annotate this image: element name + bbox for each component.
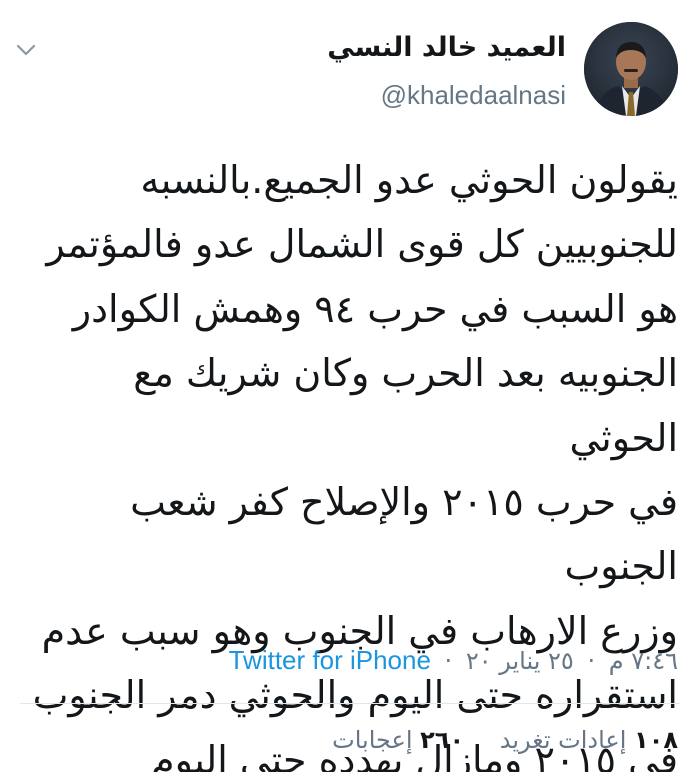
author-name[interactable]: العميد خالد النسي (327, 32, 566, 63)
tweet-card: العميد خالد النسي @khaledaalnasi يقولون … (0, 0, 700, 772)
retweets-count: ١٠٨ (634, 726, 678, 754)
likes-stat[interactable]: ٢٦٠ إعجابات (332, 726, 464, 754)
author-handle[interactable]: @khaledaalnasi (381, 80, 566, 111)
divider (20, 703, 680, 704)
meta-separator: · (587, 647, 596, 675)
tweet-text: يقولون الحوثي عدو الجميع.بالنسبه للجنوبي… (32, 158, 678, 772)
tweet-time[interactable]: ٧:٤٦ م (609, 647, 678, 675)
likes-label: إعجابات (332, 726, 413, 754)
retweets-label: إعادات تغريد (499, 726, 627, 754)
tweet-source-link[interactable]: Twitter for iPhone (229, 645, 431, 675)
chevron-down-icon[interactable] (14, 38, 38, 62)
avatar-image (584, 22, 678, 116)
avatar[interactable] (584, 22, 678, 116)
tweet-stats: ١٠٨ إعادات تغريد ٢٦٠ إعجابات (332, 726, 678, 754)
meta-separator-2: · (444, 647, 453, 675)
retweets-stat[interactable]: ١٠٨ إعادات تغريد (492, 726, 678, 754)
tweet-meta: ٧:٤٦ م · ٢٥ يناير ٢٠ · Twitter for iPhon… (229, 645, 678, 676)
likes-count: ٢٦٠ (420, 726, 465, 754)
tweet-date[interactable]: ٢٥ يناير ٢٠ (466, 647, 574, 675)
